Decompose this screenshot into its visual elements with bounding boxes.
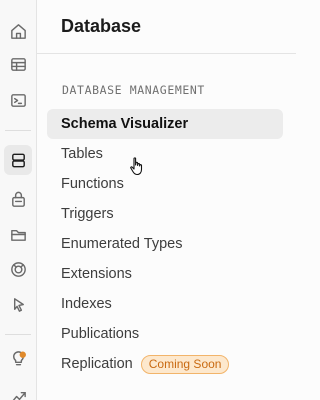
menu-item-label: Schema Visualizer: [61, 116, 189, 132]
menu-item-label: Enumerated Types: [61, 236, 183, 252]
auth-lock-icon[interactable]: [0, 184, 36, 214]
section-label: DATABASE MANAGEMENT: [62, 83, 205, 97]
menu-item-replication[interactable]: Replication Coming Soon: [47, 349, 283, 379]
panel-header: Database: [37, 0, 296, 54]
menu-item-label: Tables: [61, 146, 103, 162]
sql-editor-icon[interactable]: [0, 85, 36, 115]
menu-item-tables[interactable]: Tables: [47, 139, 283, 169]
menu-item-label: Publications: [61, 326, 140, 342]
menu-item-indexes[interactable]: Indexes: [47, 289, 283, 319]
table-editor-icon[interactable]: [0, 49, 36, 79]
menu-item-functions[interactable]: Functions: [47, 169, 283, 199]
database-menu: Schema Visualizer Tables Functions Trigg…: [47, 109, 283, 379]
menu-item-triggers[interactable]: Triggers: [47, 199, 283, 229]
database-sidebar-panel: Database DATABASE MANAGEMENT Schema Visu…: [37, 0, 296, 400]
hand-pointer-cursor-icon: [130, 157, 143, 176]
coming-soon-badge: Coming Soon: [140, 354, 230, 374]
menu-item-label: Triggers: [61, 206, 114, 222]
menu-item-extensions[interactable]: Extensions: [47, 259, 283, 289]
menu-item-enumerated-types[interactable]: Enumerated Types: [47, 229, 283, 259]
panel-title: Database: [61, 16, 142, 36]
advisor-lightbulb-icon[interactable]: [0, 343, 36, 373]
menu-item-label: Replication: [61, 356, 133, 372]
storage-folder-icon[interactable]: [0, 219, 36, 249]
rail-divider: [5, 334, 31, 335]
menu-item-schema-visualizer[interactable]: Schema Visualizer: [47, 109, 283, 139]
realtime-icon[interactable]: [0, 254, 36, 284]
database-icon[interactable]: [4, 145, 32, 175]
rail-divider: [5, 130, 31, 131]
menu-item-publications[interactable]: Publications: [47, 319, 283, 349]
home-icon[interactable]: [0, 16, 36, 46]
icon-rail: [0, 0, 37, 400]
edge-functions-cursor-icon[interactable]: [0, 289, 36, 319]
menu-item-label: Extensions: [61, 266, 132, 282]
menu-item-label: Functions: [61, 176, 124, 192]
reports-chart-icon[interactable]: [0, 381, 36, 400]
menu-item-label: Indexes: [61, 296, 112, 312]
